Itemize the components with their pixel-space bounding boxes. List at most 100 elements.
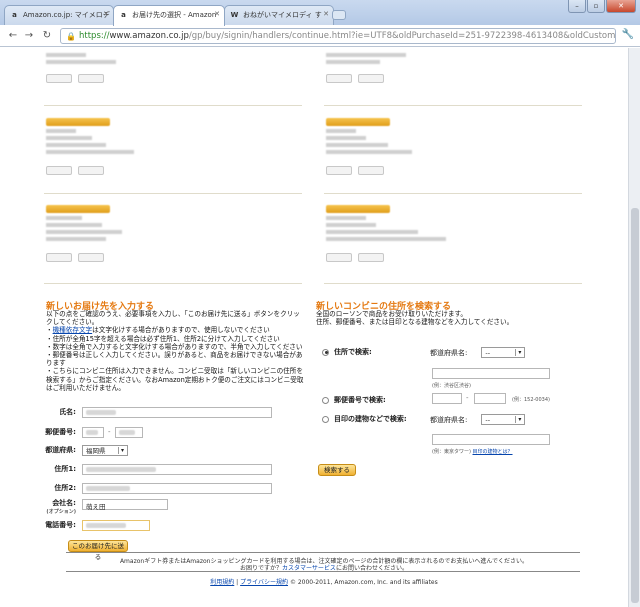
scrollbar-thumb[interactable] — [631, 208, 639, 603]
convenience-intro: 全国のローソンで商品をお受け取りいただけます。 住所、郵便番号、または目印となる… — [316, 310, 586, 326]
building-input[interactable] — [432, 434, 550, 445]
wrench-icon[interactable]: 🔧 — [622, 29, 634, 40]
footer-separator: | — [236, 579, 239, 586]
zip-input-first[interactable] — [82, 426, 104, 438]
footer-divider — [66, 571, 580, 572]
convenience-pref-select[interactable]: -- ▾ — [481, 347, 526, 358]
prefecture-value: 福岡県 — [86, 447, 106, 455]
footer-divider — [66, 552, 580, 553]
address-select-button[interactable] — [46, 166, 72, 175]
company-optional-note: (オプション) — [46, 509, 76, 515]
copyright: © 2000-2011, Amazon.com, Inc. and its af… — [289, 579, 438, 586]
reload-icon[interactable]: ↻ — [40, 29, 54, 43]
tab-address-select[interactable]: a お届け先の選択 - Amazon ✕ — [113, 5, 225, 26]
building-pref-field: 都道府県名: -- ▾ — [430, 414, 526, 425]
browser-tab-bar: a Amazon.co.jp: マイメロデ ✕ a お届け先の選択 - Amaz… — [0, 0, 640, 26]
new-tab-button[interactable] — [332, 10, 346, 20]
name-label: 氏名: — [59, 408, 76, 416]
zip-example: (例：152-0034) — [512, 397, 550, 403]
company-input[interactable]: 萌え田 — [82, 499, 168, 511]
name-row: 氏名: — [40, 405, 272, 419]
address-edit-button[interactable] — [358, 74, 384, 83]
convenience-zip-first[interactable] — [432, 393, 462, 404]
zip-radio[interactable] — [322, 396, 329, 404]
instruction-line: ・住所が全角15字を超える場合は必ず住所1、住所2に分けて入力してください — [46, 334, 280, 343]
page-scrollbar[interactable] — [628, 48, 640, 607]
prefecture-select[interactable]: 福岡県 ▾ — [82, 444, 128, 456]
phone-row: 電話番号: — [40, 518, 150, 532]
building-pref-select[interactable]: -- ▾ — [481, 414, 526, 425]
zip-row: 郵便番号: - — [40, 425, 143, 439]
address-card — [326, 205, 586, 265]
search-button[interactable]: 検索する — [318, 464, 356, 476]
zip-separator: - — [108, 428, 111, 436]
search-by-address-option[interactable]: 住所で検索: — [322, 347, 372, 357]
address-edit-button[interactable] — [358, 253, 384, 262]
chevron-down-icon: ▾ — [515, 349, 521, 356]
address-select-button[interactable] — [46, 253, 72, 262]
amazon-favicon-icon: a — [121, 11, 126, 19]
back-icon[interactable]: ← — [6, 29, 20, 43]
pref-label: 都道府県名: — [430, 415, 468, 424]
address-bar[interactable]: 🔒 https://www.amazon.co.jp/gp/buy/signin… — [60, 28, 616, 44]
what-is-landmark-link[interactable]: 目印の建物とは？ — [473, 449, 513, 455]
wikipedia-favicon-icon: W — [230, 11, 239, 19]
convenience-zip-second[interactable] — [474, 393, 506, 404]
divider — [324, 193, 582, 194]
address-card — [326, 50, 586, 86]
new-address-instructions: 以下の点をご確認のうえ、必要事項を入力し、「このお届け先に送る」ボタンをクリック… — [46, 310, 304, 392]
pref-value: -- — [485, 348, 491, 357]
address-edit-button[interactable] — [358, 166, 384, 175]
instruction-text: は文字化けする場合がありますので、使用しないでください — [92, 326, 270, 335]
dependent-characters-link[interactable]: 機種依存文字 — [53, 326, 93, 334]
address1-input[interactable] — [82, 463, 272, 475]
divider — [44, 105, 302, 106]
address-select-button[interactable] — [326, 74, 352, 83]
address2-label: 住所2: — [54, 484, 76, 492]
address-edit-button[interactable] — [78, 166, 104, 175]
pref-field: 都道府県名: -- ▾ — [430, 347, 526, 358]
forward-icon[interactable]: → — [22, 29, 36, 43]
instruction-line: ・こちらにコンビニ住所は入力できません。コンビニ受取は「新しいコンビニの住所を検… — [46, 367, 304, 392]
phone-label: 電話番号: — [45, 521, 76, 529]
footer-links: 利用規約 | プライバシー規約 © 2000-2011, Amazon.com,… — [74, 577, 574, 586]
address1-label: 住所1: — [54, 465, 76, 473]
zip-separator: - — [466, 394, 469, 402]
close-icon[interactable]: ✕ — [214, 10, 220, 18]
url-host: www.amazon.co.jp — [109, 31, 189, 41]
address-radio[interactable] — [322, 348, 329, 356]
search-by-zip-option[interactable]: 郵便番号で検索: — [322, 395, 386, 405]
tab-label: お届け先の選択 - Amazon — [132, 11, 217, 19]
instruction-line: 以下の点をご確認のうえ、必要事項を入力し、「このお届け先に送る」ボタンをクリック… — [46, 310, 300, 327]
close-window-icon[interactable]: ✕ — [606, 0, 636, 13]
instruction-line: ・数字は全角で入力すると文字化けする場合がありますので、半角で入力してください — [46, 342, 303, 351]
phone-input[interactable] — [82, 519, 150, 531]
close-icon[interactable]: ✕ — [103, 10, 109, 18]
zip-input-second[interactable] — [114, 426, 143, 438]
chevron-down-icon: ▾ — [515, 416, 521, 423]
address-edit-button[interactable] — [78, 74, 104, 83]
address2-row: 住所2: — [40, 481, 272, 495]
address-select-button[interactable] — [326, 166, 352, 175]
search-by-building-option[interactable]: 目印の建物などで検索: — [322, 414, 407, 424]
address-edit-button[interactable] — [78, 253, 104, 262]
ship-to-this-address-button[interactable]: このお届け先に送る — [68, 540, 128, 561]
tab-wikipedia[interactable]: W おねがいマイメロディ す ✕ — [224, 5, 334, 25]
tab-amazon-product[interactable]: a Amazon.co.jp: マイメロデ ✕ — [4, 5, 114, 25]
address2-input[interactable] — [82, 482, 272, 494]
search-by-zip-label: 郵便番号で検索: — [334, 396, 386, 404]
maximize-icon[interactable]: ▫ — [587, 0, 605, 13]
privacy-link[interactable]: プライバシー規約 — [240, 579, 288, 586]
url-scheme: https:// — [79, 31, 110, 41]
building-radio[interactable] — [322, 415, 329, 423]
close-icon[interactable]: ✕ — [323, 10, 329, 18]
convenience-address-input[interactable] — [432, 368, 550, 379]
name-input[interactable] — [82, 406, 272, 418]
minimize-icon[interactable]: – — [568, 0, 586, 13]
address-select-button[interactable] — [46, 74, 72, 83]
terms-link[interactable]: 利用規約 — [210, 579, 234, 586]
address-select-button[interactable] — [326, 253, 352, 262]
prefecture-row: 都道府県: 福岡県 ▾ — [40, 443, 128, 457]
search-by-address-label: 住所で検索: — [334, 348, 372, 356]
tab-label: おねがいマイメロディ す — [243, 11, 322, 19]
